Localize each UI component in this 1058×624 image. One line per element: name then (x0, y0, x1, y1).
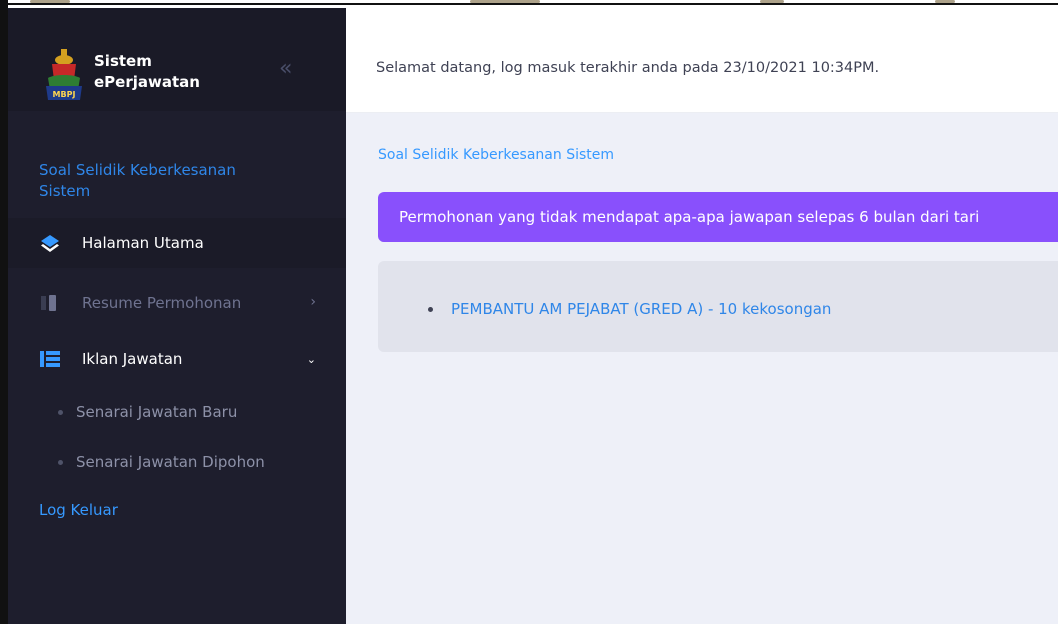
chevron-down-icon: ⌄ (306, 353, 316, 366)
job-list-card: PEMBANTU AM PEJABAT (GRED A) - 10 kekoso… (378, 261, 1058, 352)
breadcrumb-survey-link[interactable]: Soal Selidik Keberkesanan Sistem (378, 147, 614, 163)
sidebar-subitem-senarai-jawatan-dipohon[interactable]: Senarai Jawatan Dipohon (8, 442, 346, 482)
list-bullet-icon (428, 307, 433, 312)
job-link[interactable]: PEMBANTU AM PEJABAT (GRED A) - 10 kekoso… (451, 299, 831, 319)
main-content: Soal Selidik Keberkesanan Sistem Permoho… (346, 113, 1058, 624)
app-name-line1: Sistem (94, 52, 152, 70)
top-header: Selamat datang, log masuk terakhir anda … (346, 8, 1058, 113)
sidebar-item-resume-permohonan[interactable]: Resume Permohonan › (8, 278, 346, 328)
list-icon (40, 351, 60, 367)
bullet-dot-icon (58, 460, 63, 465)
sidebar: MBPJ Sistem ePerjawatan « Soal Selidik K… (8, 8, 346, 624)
collapse-sidebar-icon[interactable]: « (279, 58, 292, 80)
sidebar-item-iklan-jawatan[interactable]: Iklan Jawatan ⌄ (8, 334, 346, 384)
layers-icon (41, 235, 59, 252)
sidebar-subitem-label: Senarai Jawatan Baru (76, 403, 238, 421)
sidebar-subitem-senarai-jawatan-baru[interactable]: Senarai Jawatan Baru (8, 392, 346, 432)
welcome-message: Selamat datang, log masuk terakhir anda … (376, 60, 880, 76)
resume-icon (41, 295, 56, 311)
notice-alert: Permohonan yang tidak mendapat apa-apa j… (378, 192, 1058, 242)
sidebar-item-label: Iklan Jawatan (82, 350, 183, 368)
bullet-dot-icon (58, 410, 63, 415)
survey-link[interactable]: Soal Selidik Keberkesanan Sistem (39, 160, 289, 202)
mbpj-logo-icon: MBPJ (46, 49, 82, 100)
sidebar-item-halaman-utama[interactable]: Halaman Utama (8, 218, 346, 268)
window-top-edge (0, 0, 1058, 8)
sidebar-item-label: Resume Permohonan (82, 294, 242, 312)
notice-text: Permohonan yang tidak mendapat apa-apa j… (399, 208, 980, 226)
logout-link[interactable]: Log Keluar (39, 500, 118, 521)
svg-text:MBPJ: MBPJ (53, 90, 76, 99)
chevron-right-icon: › (310, 294, 316, 310)
app-name: Sistem ePerjawatan (94, 51, 200, 93)
brand-header: MBPJ Sistem ePerjawatan « (8, 8, 346, 111)
sidebar-item-label: Halaman Utama (82, 234, 204, 252)
app-name-line2: ePerjawatan (94, 73, 200, 91)
window-left-edge (0, 0, 8, 624)
sidebar-subitem-label: Senarai Jawatan Dipohon (76, 453, 265, 471)
